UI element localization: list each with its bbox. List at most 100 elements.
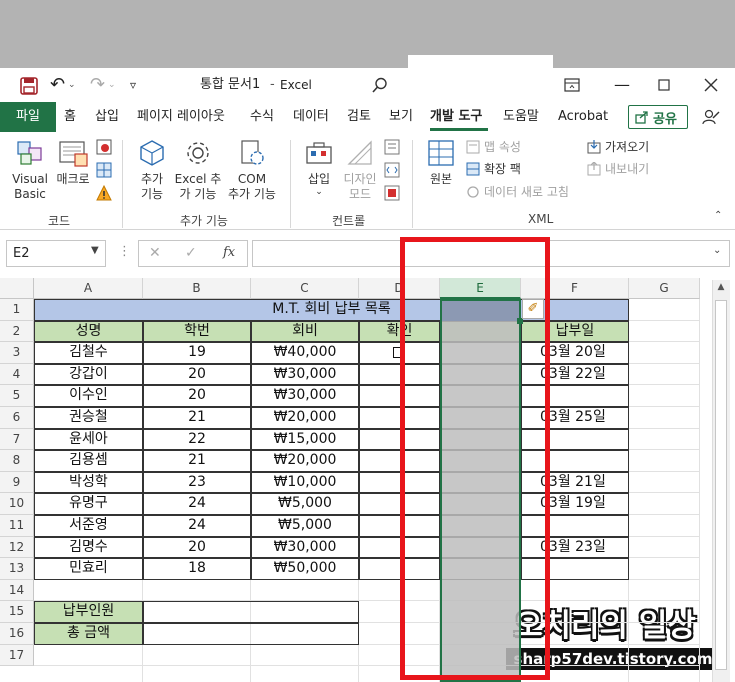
cell-name[interactable]: 권승철 — [34, 407, 143, 429]
cell-name[interactable]: 유명구 — [34, 493, 143, 515]
view-code-icon[interactable] — [384, 162, 400, 178]
row-header-16[interactable]: 16 — [0, 623, 34, 645]
cell-fee[interactable]: ₩10,000 — [251, 471, 359, 494]
cell-name[interactable]: 김용셈 — [34, 450, 143, 472]
export-label[interactable]: 내보내기 — [605, 161, 649, 177]
row-header-5[interactable]: 5 — [0, 385, 34, 407]
import-icon[interactable] — [587, 140, 601, 154]
cell-student-id[interactable]: 24 — [143, 493, 251, 515]
refresh-data-icon[interactable] — [466, 185, 480, 199]
enter-icon[interactable]: ✓ — [185, 245, 197, 261]
tab-data[interactable]: 데이터 — [293, 102, 329, 132]
customize-quick-access-icon[interactable]: ▿ — [130, 68, 136, 102]
cell-student-id[interactable]: 20 — [143, 385, 251, 407]
redo-dropdown-icon[interactable]: ⌄ — [108, 68, 116, 102]
import-label[interactable]: 가져오기 — [605, 139, 649, 155]
cell-name[interactable]: 서준영 — [34, 515, 143, 537]
cell-student-id[interactable]: 18 — [143, 558, 251, 580]
select-all-corner[interactable] — [0, 278, 34, 299]
cell-student-id[interactable]: 21 — [143, 407, 251, 429]
cell-fee[interactable]: ₩20,000 — [251, 407, 359, 429]
cell-student-id[interactable]: 21 — [143, 450, 251, 472]
properties-icon[interactable] — [384, 139, 400, 155]
expand-formula-icon[interactable]: ⌄ — [713, 245, 721, 256]
map-properties-icon[interactable] — [466, 140, 480, 154]
cell-name[interactable]: 김철수 — [34, 342, 143, 364]
cell-student-id[interactable]: 20 — [143, 536, 251, 559]
summary-value[interactable] — [143, 623, 359, 645]
visual-basic-button[interactable]: Visual Basic — [8, 138, 52, 202]
cell-fee[interactable]: ₩5,000 — [251, 493, 359, 515]
record-macro-icon[interactable] — [96, 139, 112, 155]
row-header-12[interactable]: 12 — [0, 536, 34, 559]
summary-label[interactable]: 납부인원 — [34, 601, 143, 623]
maximize-icon[interactable] — [658, 79, 670, 91]
cell-name[interactable]: 민효리 — [34, 558, 143, 580]
search-icon[interactable] — [372, 77, 388, 93]
undo-icon[interactable]: ↶ — [50, 68, 65, 102]
row-header-14[interactable]: 14 — [0, 579, 34, 602]
row-header-15[interactable]: 15 — [0, 601, 34, 623]
tab-view[interactable]: 보기 — [389, 102, 413, 132]
com-addins-button[interactable]: COM 추가 기능 — [224, 138, 280, 202]
feedback-icon[interactable] — [702, 109, 720, 125]
insert-function-icon[interactable]: fx — [223, 245, 235, 260]
tab-acrobat[interactable]: Acrobat — [558, 102, 608, 132]
scroll-up-icon[interactable]: ▲ — [714, 282, 728, 296]
cell-fee[interactable]: ₩5,000 — [251, 515, 359, 537]
tab-file[interactable]: 파일 — [0, 102, 56, 132]
excel-addins-button[interactable]: Excel 추 가 기능 — [172, 138, 224, 202]
cell-student-id[interactable]: 24 — [143, 515, 251, 537]
column-header-c[interactable]: C — [251, 278, 359, 299]
name-box-dropdown-icon[interactable]: ▼ — [91, 245, 99, 256]
row-header-13[interactable]: 13 — [0, 558, 34, 580]
cell-name[interactable]: 강갑이 — [34, 363, 143, 386]
tab-home[interactable]: 홈 — [64, 102, 76, 132]
addins-button[interactable]: 추가 기능 — [132, 138, 172, 202]
export-icon[interactable] — [587, 162, 601, 176]
row-header-4[interactable]: 4 — [0, 363, 34, 386]
tab-insert[interactable]: 삽입 — [95, 102, 119, 132]
summary-label[interactable]: 총 금액 — [34, 623, 143, 645]
summary-value[interactable] — [143, 601, 359, 623]
tab-help[interactable]: 도움말 — [503, 102, 539, 132]
column-title[interactable]: 학번 — [143, 320, 251, 343]
expansion-pack-label[interactable]: 확장 팩 — [484, 161, 521, 177]
name-box[interactable]: E2 ▼ — [6, 240, 106, 267]
tab-formulas[interactable]: 수식 — [250, 102, 274, 132]
row-header-11[interactable]: 11 — [0, 515, 34, 537]
save-icon[interactable] — [20, 77, 38, 95]
cell-fee[interactable]: ₩20,000 — [251, 450, 359, 472]
ribbon-display-icon[interactable] — [564, 78, 580, 92]
cell-name[interactable]: 윤세아 — [34, 428, 143, 451]
cell-student-id[interactable]: 23 — [143, 471, 251, 494]
tab-review[interactable]: 검토 — [347, 102, 371, 132]
column-header-a[interactable]: A — [34, 278, 143, 299]
cell-name[interactable]: 김명수 — [34, 536, 143, 559]
cell-student-id[interactable]: 20 — [143, 363, 251, 386]
collapse-ribbon-icon[interactable]: ⌃ — [714, 210, 722, 221]
cell-name[interactable]: 이수인 — [34, 385, 143, 407]
share-button[interactable]: 공유 — [628, 105, 688, 129]
scrollbar-thumb[interactable] — [715, 300, 727, 670]
cell-fee[interactable]: ₩30,000 — [251, 536, 359, 559]
row-header-2[interactable]: 2 — [0, 320, 34, 343]
row-header-8[interactable]: 8 — [0, 450, 34, 472]
cancel-icon[interactable]: ✕ — [149, 245, 161, 261]
tab-page-layout[interactable]: 페이지 레이아웃 — [137, 102, 225, 132]
design-mode-button[interactable]: 디자인 모드 — [340, 138, 380, 202]
redo-icon[interactable]: ↷ — [90, 68, 105, 102]
cell-student-id[interactable]: 22 — [143, 428, 251, 451]
cell-fee[interactable]: ₩40,000 — [251, 342, 359, 364]
column-header-b[interactable]: B — [143, 278, 251, 299]
cell-fee[interactable]: ₩50,000 — [251, 558, 359, 580]
cell-fee[interactable]: ₩15,000 — [251, 428, 359, 451]
row-header-10[interactable]: 10 — [0, 493, 34, 515]
row-header-6[interactable]: 6 — [0, 407, 34, 429]
column-header-g[interactable]: G — [629, 278, 700, 299]
row-header-9[interactable]: 9 — [0, 471, 34, 494]
xml-source-button[interactable]: 원본 — [424, 138, 458, 187]
expansion-pack-icon[interactable] — [466, 162, 480, 176]
row-header-7[interactable]: 7 — [0, 428, 34, 451]
cell-fee[interactable]: ₩30,000 — [251, 363, 359, 386]
